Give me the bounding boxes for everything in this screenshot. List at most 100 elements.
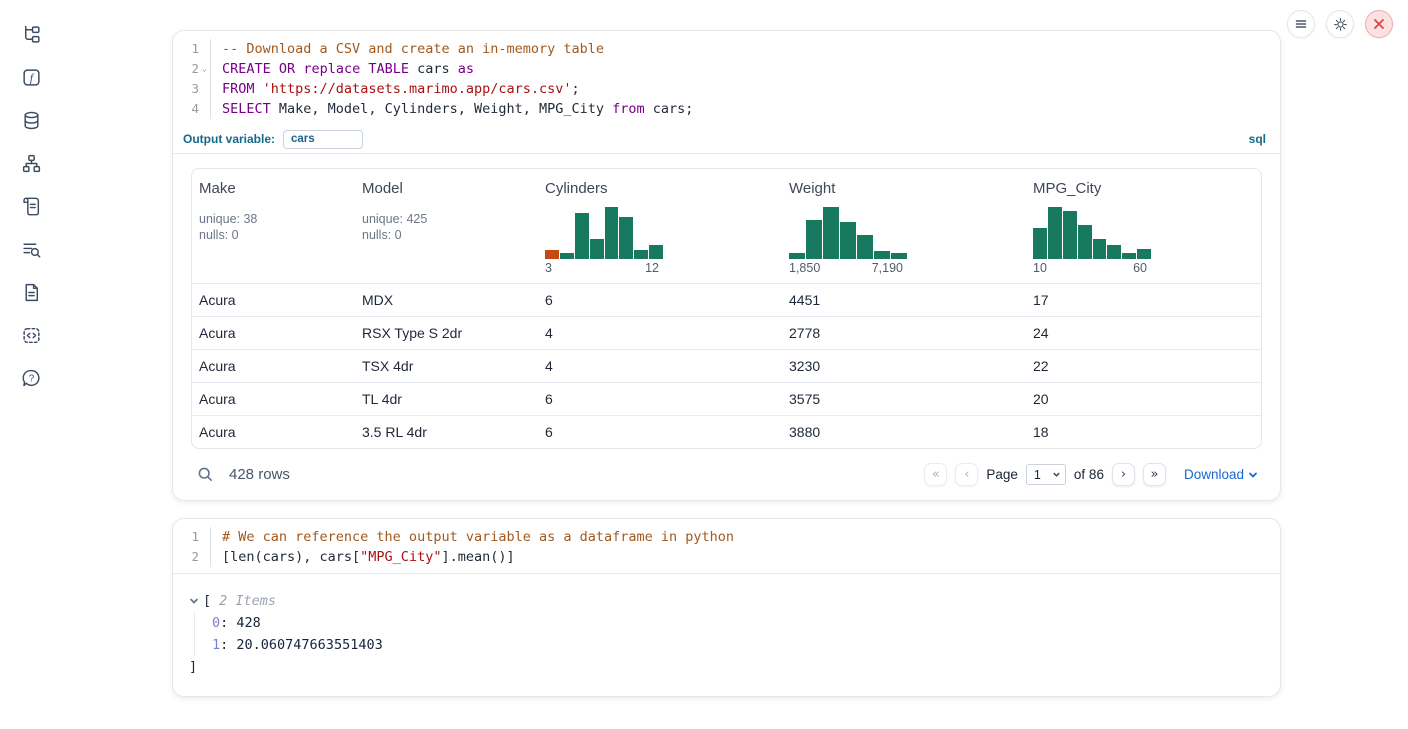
settings-button[interactable] xyxy=(1326,10,1354,38)
fold-chevron-icon[interactable]: ⌄ xyxy=(199,59,210,79)
sql-code-editor[interactable]: 1-- Download a CSV and create an in-memo… xyxy=(173,31,1280,125)
code-token: cars; xyxy=(645,101,694,117)
hamburger-icon xyxy=(1294,17,1308,31)
sql-cell-footer: Output variable: sql xyxy=(173,125,1280,154)
prev-page-button[interactable]: ‹ xyxy=(955,463,978,486)
close-button[interactable] xyxy=(1365,10,1393,38)
histogram-bar xyxy=(1033,228,1047,259)
histogram-bar xyxy=(545,250,559,259)
histogram-bar xyxy=(874,251,890,259)
histogram-bar xyxy=(590,239,604,259)
histogram-bar xyxy=(823,207,839,259)
column-histogram[interactable]: 312 xyxy=(545,207,663,275)
code-token: ; xyxy=(572,81,580,97)
dependency-graph-icon[interactable] xyxy=(17,149,45,177)
column-header-cylinders[interactable]: Cylinders312 xyxy=(538,180,782,275)
chevron-down-icon xyxy=(1052,470,1061,479)
collapse-chevron-icon[interactable] xyxy=(189,596,199,606)
histogram-bar xyxy=(1048,207,1062,259)
histogram-bar xyxy=(1122,253,1136,259)
histogram-bar xyxy=(649,245,663,259)
code-content: [len(cars), cars["MPG_City"].mean()] xyxy=(211,547,515,567)
table-cell: 3.5 RL 4dr xyxy=(355,424,538,440)
table-row[interactable]: AcuraMDX6445117 xyxy=(192,283,1261,316)
last-page-button[interactable]: » xyxy=(1143,463,1166,486)
table-cell: 2778 xyxy=(782,325,1026,341)
code-token: SELECT xyxy=(222,101,271,117)
search-icon[interactable] xyxy=(197,466,214,483)
table-cell: 17 xyxy=(1026,292,1261,308)
datasources-icon[interactable] xyxy=(17,106,45,134)
code-line: 1# We can reference the output variable … xyxy=(173,527,1280,547)
close-icon xyxy=(1373,18,1385,30)
histogram-bar xyxy=(789,253,805,259)
tree-root-line[interactable]: [2 Items xyxy=(189,590,1266,612)
histogram-bar xyxy=(891,253,907,259)
left-sidebar: f ? xyxy=(8,20,54,392)
output-variable-label: Output variable: xyxy=(183,132,275,146)
histogram-bar xyxy=(1107,245,1121,259)
histogram-bar xyxy=(560,253,574,259)
python-cell-output: [2 Items0: 4281: 20.060747663551403] xyxy=(173,574,1280,696)
svg-text:f: f xyxy=(29,72,34,84)
gear-icon xyxy=(1333,17,1348,32)
column-histogram[interactable]: 1,8507,190 xyxy=(789,207,907,275)
column-header-make[interactable]: Make unique: 38nulls: 0 xyxy=(192,180,355,275)
code-token xyxy=(255,81,263,97)
line-number: 1 xyxy=(173,527,211,547)
topbar-actions xyxy=(1287,10,1393,38)
table-row[interactable]: Acura3.5 RL 4dr6388018 xyxy=(192,415,1261,448)
table-cell: Acura xyxy=(192,391,355,407)
code-line: 2⌄CREATE OR replace TABLE cars as xyxy=(173,59,1280,79)
column-header-mpg_city[interactable]: MPG_City1060 xyxy=(1026,180,1261,275)
line-number: 3 xyxy=(173,79,211,99)
first-page-button[interactable]: « xyxy=(924,463,947,486)
histogram-bar xyxy=(806,220,822,259)
table-cell: 18 xyxy=(1026,424,1261,440)
open-bracket: [ xyxy=(203,590,211,612)
python-code-editor[interactable]: 1# We can reference the output variable … xyxy=(173,519,1280,574)
table-row[interactable]: AcuraTL 4dr6357520 xyxy=(192,382,1261,415)
column-header-weight[interactable]: Weight1,8507,190 xyxy=(782,180,1026,275)
table-cell: Acura xyxy=(192,424,355,440)
table-row[interactable]: AcuraRSX Type S 2dr4277824 xyxy=(192,316,1261,349)
help-icon[interactable]: ? xyxy=(17,364,45,392)
table-cell: Acura xyxy=(192,292,355,308)
variables-icon[interactable]: f xyxy=(17,63,45,91)
column-stat: nulls: 0 xyxy=(199,227,347,243)
snippets-icon[interactable] xyxy=(17,321,45,349)
download-button[interactable]: Download xyxy=(1184,467,1258,482)
table-row[interactable]: AcuraTSX 4dr4323022 xyxy=(192,349,1261,382)
column-stats: unique: 38nulls: 0 xyxy=(199,211,347,243)
documentation-icon[interactable] xyxy=(17,278,45,306)
column-name: Model xyxy=(362,180,530,197)
file-explorer-icon[interactable] xyxy=(17,20,45,48)
code-line: 2[len(cars), cars["MPG_City"].mean()] xyxy=(173,547,1280,567)
data-table: Make unique: 38nulls: 0 Model unique: 425nu… xyxy=(191,168,1262,449)
column-stat: unique: 38 xyxy=(199,211,347,227)
code-token: [len(cars), cars[ xyxy=(222,549,360,565)
column-header-model[interactable]: Model unique: 425nulls: 0 xyxy=(355,180,538,275)
column-stats: unique: 425nulls: 0 xyxy=(362,211,530,243)
histogram-bar xyxy=(1078,225,1092,259)
next-page-button[interactable]: › xyxy=(1112,463,1135,486)
logs-icon[interactable] xyxy=(17,235,45,263)
table-cell: TL 4dr xyxy=(355,391,538,407)
page-select[interactable]: 1 xyxy=(1026,464,1066,485)
entry-colon: : xyxy=(220,615,236,631)
tree-entry: 1: 20.060747663551403 xyxy=(212,634,1266,656)
column-name: Make xyxy=(199,180,347,197)
code-token: replace xyxy=(303,61,360,77)
table-cell: Acura xyxy=(192,358,355,374)
column-histogram[interactable]: 1060 xyxy=(1033,207,1151,275)
notebook-main: 1-- Download a CSV and create an in-memo… xyxy=(172,30,1281,714)
download-label: Download xyxy=(1184,467,1244,482)
output-variable-input[interactable] xyxy=(283,130,363,149)
histogram-min-label: 3 xyxy=(545,261,552,275)
histogram-bar xyxy=(1093,239,1107,259)
menu-button[interactable] xyxy=(1287,10,1315,38)
close-bracket: ] xyxy=(189,656,1266,678)
scratchpad-icon[interactable] xyxy=(17,192,45,220)
table-cell: TSX 4dr xyxy=(355,358,538,374)
table-cell: 6 xyxy=(538,424,782,440)
